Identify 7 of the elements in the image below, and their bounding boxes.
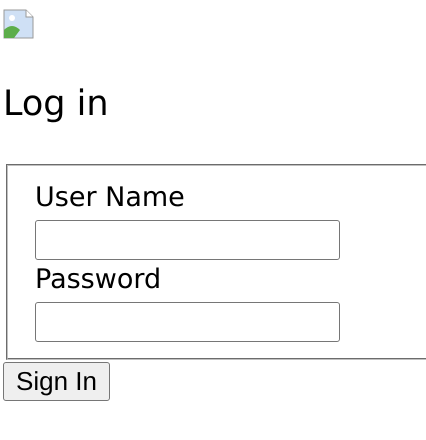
sign-in-button[interactable]: Sign In: [3, 362, 110, 401]
field-label: User Name: [35, 181, 185, 215]
input-field[interactable]: [35, 220, 340, 260]
input-field[interactable]: [35, 302, 340, 342]
field-label: Password: [35, 263, 162, 297]
page-title: Log in: [3, 83, 110, 126]
broken-image-icon: [3, 8, 35, 40]
